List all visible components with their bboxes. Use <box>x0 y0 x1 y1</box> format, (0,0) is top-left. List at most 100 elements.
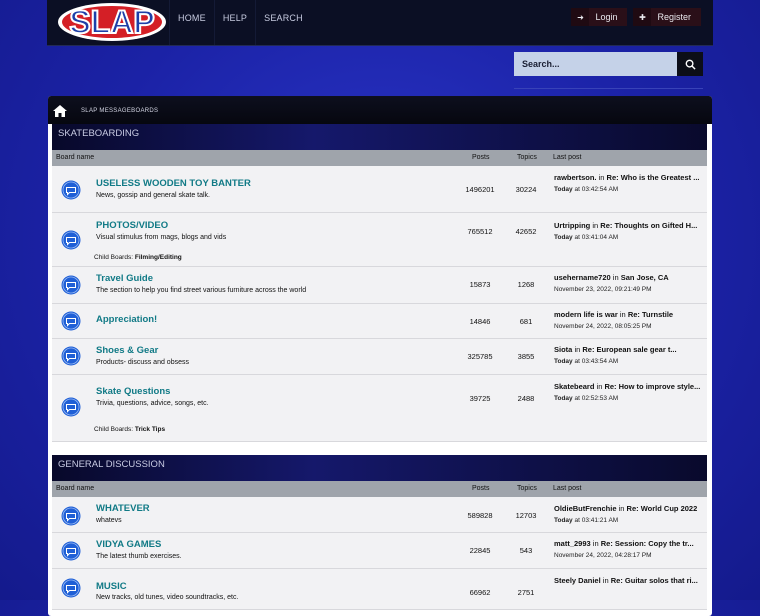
last-post-time: November 24, 2022, 04:28:17 PM <box>554 552 652 559</box>
last-post: Siota in Re: European sale gear t... Tod… <box>554 344 704 367</box>
last-post-time-prefix: Today <box>554 358 573 365</box>
nav-home[interactable]: HOME <box>169 0 214 45</box>
last-post-in: in <box>618 504 625 513</box>
col-topics: Topics <box>517 485 537 492</box>
last-post-in: in <box>596 382 603 391</box>
last-post-topic[interactable]: Re: Who is the Greatest ... <box>607 173 700 182</box>
last-post-user[interactable]: Urtripping <box>554 221 590 230</box>
category-header[interactable]: GENERAL DISCUSSION <box>52 455 707 481</box>
last-post-user[interactable]: OldieButFrenchie <box>554 504 617 513</box>
col-posts: Posts <box>472 485 490 492</box>
last-post-time-prefix: Today <box>554 395 573 402</box>
board-title[interactable]: Shoes & Gear <box>96 345 158 356</box>
auth-buttons: ➜ Login ✚ Register <box>571 8 701 26</box>
login-button[interactable]: ➜ Login <box>571 8 628 26</box>
last-post-user[interactable]: Siota <box>554 345 572 354</box>
board-title[interactable]: USELESS WOODEN TOY BANTER <box>96 178 251 189</box>
nav-help[interactable]: HELP <box>213 0 255 45</box>
board-icon[interactable] <box>61 180 81 200</box>
board-title[interactable]: WHATEVER <box>96 503 150 514</box>
board-icon[interactable] <box>61 578 81 598</box>
breadcrumb-root[interactable]: SLAP MESSAGEBOARDS <box>81 108 158 114</box>
child-board-link[interactable]: Filming/Editing <box>135 254 182 261</box>
board-posts: 765512 <box>467 227 493 236</box>
board-icon[interactable] <box>61 397 81 417</box>
child-boards-label: Child Boards: <box>94 254 134 261</box>
last-post: usehername720 in San Jose, CA November 2… <box>554 272 704 295</box>
last-post-in: in <box>619 310 626 319</box>
last-post-user[interactable]: rawbertson. <box>554 173 597 182</box>
slap-logo[interactable]: SLAP <box>57 2 167 42</box>
chat-bubble-icon <box>61 506 81 526</box>
last-post-in: in <box>592 539 599 548</box>
board-row: Shoes & Gear Products- discuss and obses… <box>52 339 707 375</box>
register-button[interactable]: ✚ Register <box>633 8 701 26</box>
login-label: Login <box>589 8 628 26</box>
col-board: Board name <box>56 485 95 492</box>
board-title[interactable]: Appreciation! <box>96 314 157 325</box>
board-posts: 14846 <box>469 317 491 326</box>
last-post-topic[interactable]: Re: European sale gear t... <box>582 345 676 354</box>
last-post-topic[interactable]: Re: Thoughts on Gifted H... <box>600 221 697 230</box>
board-icon[interactable] <box>61 311 81 331</box>
board-row: Appreciation! 14846 681 modern life is w… <box>52 304 707 339</box>
board-icon[interactable] <box>61 230 81 250</box>
last-post-time-prefix: Today <box>554 234 573 241</box>
category-header[interactable]: SKATEBOARDING <box>52 124 707 150</box>
board-title[interactable]: MUSIC <box>96 581 127 592</box>
board-topics: 681 <box>519 317 533 326</box>
main-nav: HOME HELP SEARCH <box>169 0 311 45</box>
column-header: Board name Posts Topics Last post <box>52 150 707 166</box>
last-post-topic[interactable]: Re: Turnstile <box>628 310 673 319</box>
last-post-user[interactable]: Steely Daniel <box>554 576 601 585</box>
last-post-user[interactable]: Skatebeard <box>554 382 594 391</box>
board-icon[interactable] <box>61 275 81 295</box>
chat-bubble-icon <box>61 541 81 561</box>
nav-search[interactable]: SEARCH <box>255 0 311 45</box>
chat-bubble-icon <box>61 578 81 598</box>
last-post-topic[interactable]: Re: How to improve style... <box>604 382 700 391</box>
board-title[interactable]: Skate Questions <box>96 386 170 397</box>
board-topics: 2751 <box>517 588 535 597</box>
board-icon[interactable] <box>61 506 81 526</box>
last-post-topic[interactable]: Re: World Cup 2022 <box>627 504 698 513</box>
board-row: VIDYA GAMES The latest thumb exercises. … <box>52 533 707 569</box>
last-post-user[interactable]: matt_2993 <box>554 539 591 548</box>
last-post-user[interactable]: modern life is war <box>554 310 618 319</box>
board-posts: 15873 <box>469 280 491 289</box>
board-description: The latest thumb exercises. <box>96 553 182 560</box>
last-post: modern life is war in Re: Turnstile Nove… <box>554 309 704 332</box>
board-title[interactable]: Travel Guide <box>96 273 153 284</box>
last-post-topic[interactable]: Re: Session: Copy the tr... <box>601 539 694 548</box>
chat-bubble-icon <box>61 311 81 331</box>
board-icon[interactable] <box>61 541 81 561</box>
login-icon: ➜ <box>571 8 590 26</box>
board-description: Trivia, questions, advice, songs, etc. <box>96 400 209 407</box>
last-post: Skatebeard in Re: How to improve style..… <box>554 381 704 404</box>
search-box <box>514 52 703 76</box>
col-posts: Posts <box>472 154 490 161</box>
search-input[interactable] <box>514 52 677 76</box>
board-icon[interactable] <box>61 346 81 366</box>
board-topics: 3855 <box>517 352 535 361</box>
home-icon[interactable] <box>53 105 67 117</box>
last-post-time: November 24, 2022, 08:05:25 PM <box>554 323 652 330</box>
last-post-time: at 03:41:04 AM <box>574 234 619 241</box>
last-post-topic[interactable]: San Jose, CA <box>621 273 669 282</box>
last-post-topic[interactable]: Re: Guitar solos that ri... <box>611 576 698 585</box>
search-button[interactable] <box>677 52 703 76</box>
board-posts: 1496201 <box>465 185 495 194</box>
last-post-user[interactable]: usehername720 <box>554 273 611 282</box>
chat-bubble-icon <box>61 230 81 250</box>
board-title[interactable]: PHOTOS/VIDEO <box>96 220 168 231</box>
board-description: News, gossip and general skate talk. <box>96 192 211 199</box>
board-title[interactable]: VIDYA GAMES <box>96 539 161 550</box>
chat-bubble-icon <box>61 346 81 366</box>
last-post-in: in <box>598 173 605 182</box>
child-boards-label: Child Boards: <box>94 426 134 433</box>
last-post-in: in <box>612 273 619 282</box>
board-description: whatevs <box>96 517 122 524</box>
child-board-link[interactable]: Trick Tips <box>135 426 165 433</box>
last-post-time: at 02:52:53 AM <box>574 395 619 402</box>
board-posts: 66962 <box>469 588 491 597</box>
